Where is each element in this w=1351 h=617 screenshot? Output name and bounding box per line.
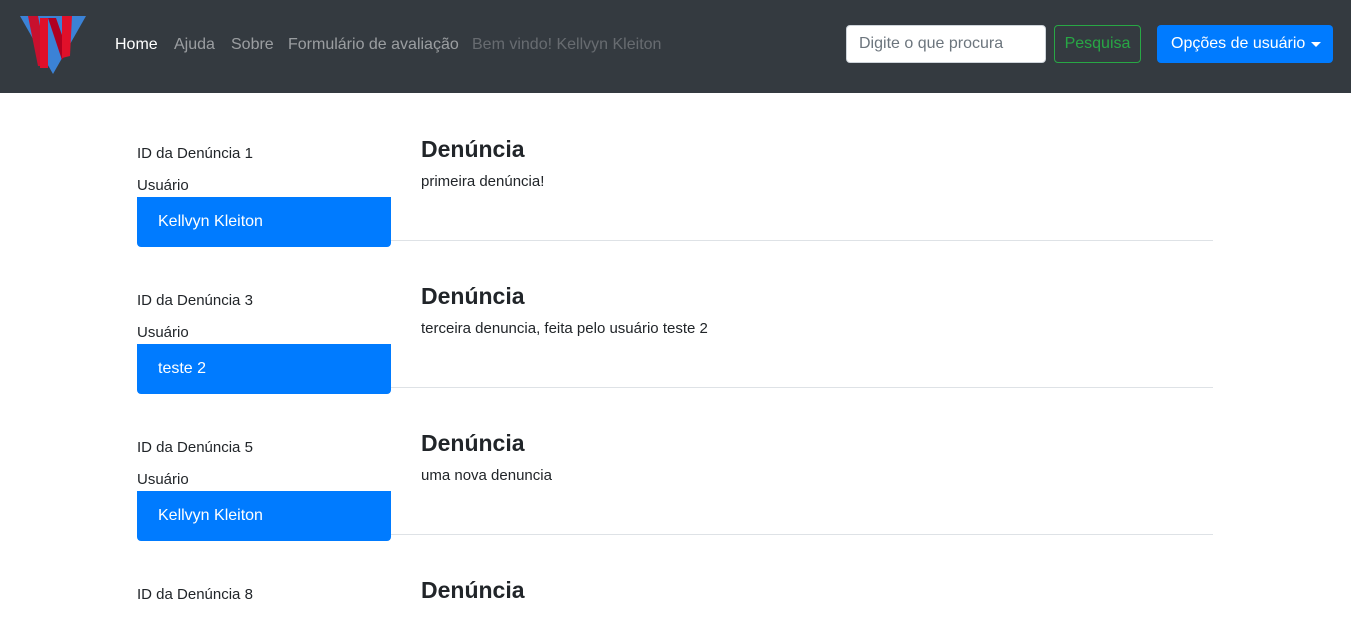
report-item: ID da Denúncia 1 Usuário Kellvyn Kleiton… [137, 93, 1213, 247]
report-user-label: Usuário [137, 324, 189, 341]
report-id: ID da Denúncia 1 [137, 145, 253, 162]
report-item: ID da Denúncia 5 Usuário Kellvyn Kleiton… [137, 387, 1213, 541]
user-options-label: Opções de usuário [1171, 35, 1306, 52]
report-title: Denúncia [421, 283, 525, 309]
report-text: uma nova denuncia [421, 467, 552, 484]
navbar: Home Ajuda Sobre Formulário de avaliação… [0, 0, 1351, 93]
brand-logo[interactable] [18, 12, 88, 76]
nav-ajuda[interactable]: Ajuda [174, 35, 215, 55]
report-text: primeira denúncia! [421, 173, 545, 190]
nav-home[interactable]: Home [115, 35, 158, 55]
welcome-text: Bem vindo! Kellvyn Kleiton [472, 36, 662, 53]
nav-sobre[interactable]: Sobre [231, 35, 274, 55]
report-text: terceira denuncia, feita pelo usuário te… [421, 320, 708, 337]
report-title: Denúncia [421, 430, 525, 456]
report-user-label: Usuário [137, 177, 189, 194]
chevron-down-icon [1311, 42, 1321, 47]
report-id: ID da Denúncia 5 [137, 439, 253, 456]
report-item: ID da Denúncia 3 Usuário teste 2 Denúnci… [137, 240, 1213, 394]
search-button[interactable]: Pesquisa [1054, 25, 1141, 63]
report-id: ID da Denúncia 3 [137, 292, 253, 309]
search-input[interactable] [846, 25, 1046, 63]
report-item: ID da Denúncia 8 Denúncia [137, 534, 1213, 617]
nav-formulario[interactable]: Formulário de avaliação [288, 35, 459, 55]
report-user-label: Usuário [137, 471, 189, 488]
report-id: ID da Denúncia 8 [137, 586, 253, 603]
report-title: Denúncia [421, 577, 525, 603]
user-options-dropdown[interactable]: Opções de usuário [1157, 25, 1333, 63]
report-title: Denúncia [421, 136, 525, 162]
